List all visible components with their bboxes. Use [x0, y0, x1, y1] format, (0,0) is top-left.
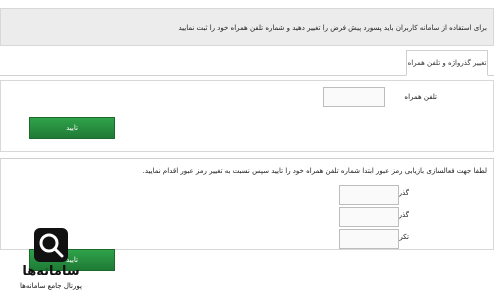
password-instruction: لطفا جهت فعالسازی بازیابی رمز عبور ابتدا… — [142, 167, 487, 175]
watermark-brand: سامانه‌ها — [22, 264, 80, 279]
magnifier-icon — [34, 228, 68, 262]
phone-label: تلفن همراه — [404, 93, 437, 101]
page: برای استفاده از سامانه کاربران باید پسور… — [0, 0, 500, 300]
notice-text: برای استفاده از سامانه کاربران باید پسور… — [178, 24, 487, 32]
watermark-logo: سامانه‌ها پورتال جامع سامانه‌ها — [8, 228, 94, 296]
magnifier-svg — [39, 233, 64, 258]
phone-input[interactable] — [323, 87, 385, 107]
old-password-input[interactable] — [339, 185, 399, 205]
tab-strip: تغییر گذرواژه و تلفن همراه — [0, 50, 494, 76]
tab-change-password-phone[interactable]: تغییر گذرواژه و تلفن همراه — [406, 50, 488, 76]
new-password-input[interactable] — [339, 207, 399, 227]
phone-submit-button[interactable]: تایید — [29, 117, 115, 139]
confirm-password-input[interactable] — [339, 229, 399, 249]
notice-bar: برای استفاده از سامانه کاربران باید پسور… — [0, 8, 494, 46]
phone-panel: تلفن همراه تایید — [0, 80, 494, 152]
watermark-tagline: پورتال جامع سامانه‌ها — [20, 282, 82, 290]
